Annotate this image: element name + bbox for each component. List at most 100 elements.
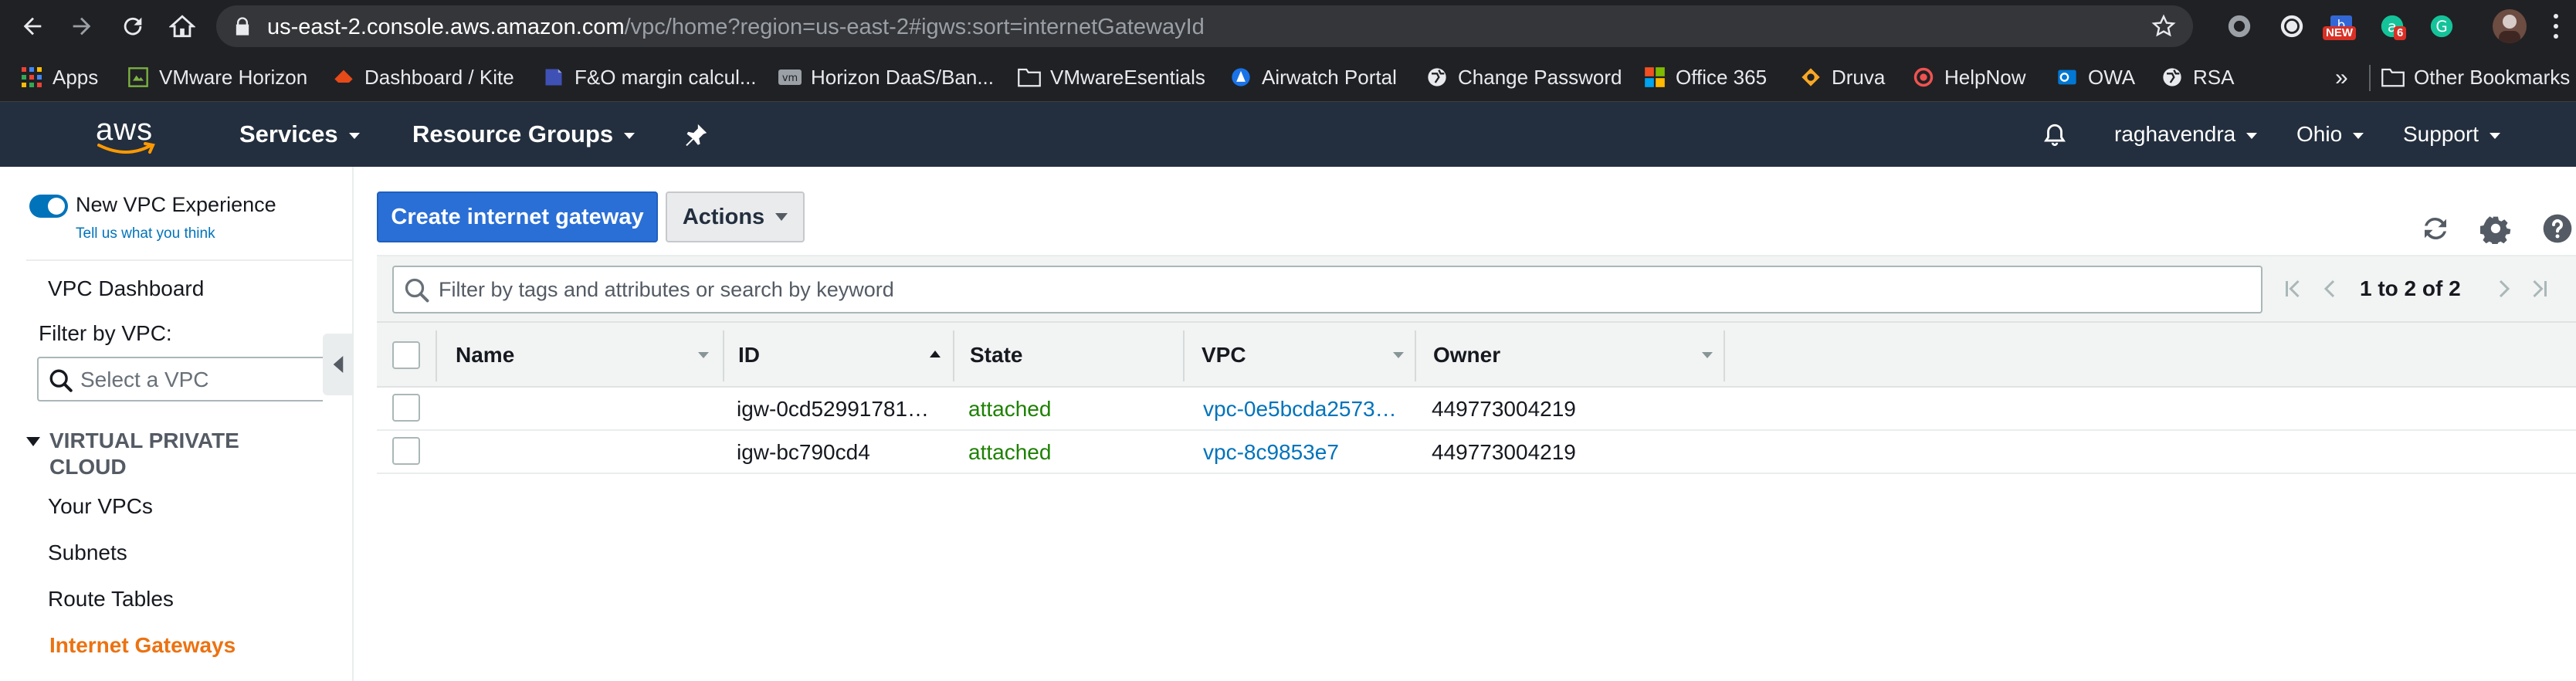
previous-page-button[interactable]: [2318, 273, 2341, 304]
chevron-down-icon: [2353, 133, 2364, 139]
column-header-name[interactable]: Name: [456, 343, 514, 368]
services-menu[interactable]: Services: [239, 120, 360, 148]
tell-us-link[interactable]: Tell us what you think: [76, 225, 215, 242]
circle-icon[interactable]: [2276, 11, 2307, 42]
first-page-button[interactable]: [2281, 273, 2304, 304]
bookmark-label: Druva: [1832, 65, 1886, 89]
more-bookmarks-button[interactable]: »: [2335, 65, 2348, 91]
bookmark-label: HelpNow: [1944, 65, 2026, 89]
bookmark-owa[interactable]: OWA: [2056, 62, 2135, 93]
sidebar-item-internet-gateways[interactable]: Internet Gateways: [49, 633, 236, 658]
help-icon[interactable]: [2540, 212, 2574, 246]
bookmark-apps[interactable]: Apps: [20, 62, 98, 93]
bookmark-vmware-horizon[interactable]: VMware Horizon: [127, 62, 307, 93]
last-page-button[interactable]: [2528, 273, 2551, 304]
table-row[interactable]: igw-bc790cd4 attached vpc-8c9853e7 44977…: [377, 431, 2576, 474]
bookmark-horizon-daas[interactable]: vm Horizon DaaS/Ban...: [778, 62, 994, 93]
bookmark-label: Dashboard / Kite: [364, 65, 514, 89]
chevron-down-icon: [775, 213, 788, 221]
cell-vpc-link[interactable]: vpc-0e5bcda2573…: [1203, 397, 1397, 422]
cell-id: igw-0cd52991781…: [737, 397, 930, 421]
bookmark-fo-margin[interactable]: F&O margin calcul...: [542, 62, 757, 93]
bookmark-change-password[interactable]: Change Password: [1425, 62, 1622, 93]
collapse-sidebar-button[interactable]: [323, 334, 354, 395]
office-365-icon: [1643, 66, 1666, 89]
region-menu[interactable]: Ohio: [2296, 122, 2364, 147]
vpc-select-placeholder: Select a VPC: [80, 368, 209, 391]
cell-state: attached: [968, 440, 1052, 464]
pagination-text: 1 to 2 of 2: [2360, 276, 2461, 300]
back-button[interactable]: [14, 8, 51, 45]
kite-icon: [332, 66, 355, 89]
search-icon: [49, 369, 73, 392]
cell-owner: 449773004219: [1432, 440, 1576, 464]
pin-icon[interactable]: [683, 122, 709, 148]
column-header-vpc[interactable]: VPC: [1202, 343, 1246, 368]
bookmark-star-icon[interactable]: [2151, 14, 2176, 39]
sidebar-item-your-vpcs[interactable]: Your VPCs: [48, 494, 153, 519]
back-arrow-icon: [23, 17, 42, 36]
column-divider: [723, 330, 724, 381]
grammarly-graphic: G: [2430, 15, 2453, 38]
sidebar-item-route-tables[interactable]: Route Tables: [48, 587, 174, 612]
bookmark-airwatch[interactable]: Airwatch Portal: [1229, 62, 1397, 93]
row-checkbox[interactable]: [392, 394, 420, 422]
next-page-button[interactable]: [2493, 273, 2516, 304]
filter-input[interactable]: Filter by tags and attributes or search …: [392, 266, 2262, 313]
sort-caret-icon[interactable]: [698, 352, 709, 358]
column-divider: [1183, 330, 1185, 381]
actions-label: Actions: [682, 204, 765, 229]
cell-vpc-link[interactable]: vpc-8c9853e7: [1203, 440, 1339, 465]
cell-owner: 449773004219: [1432, 397, 1576, 421]
grammarly-icon[interactable]: G: [2426, 11, 2457, 42]
bookmark-other[interactable]: Other Bookmarks: [2381, 62, 2570, 93]
table-row[interactable]: igw-0cd52991781… attached vpc-0e5bcda257…: [377, 388, 2576, 431]
sidebar-item-subnets[interactable]: Subnets: [48, 540, 127, 565]
bookmark-rsa[interactable]: RSA: [2161, 62, 2234, 93]
column-header-owner[interactable]: Owner: [1433, 343, 1500, 368]
sort-caret-icon[interactable]: [1393, 352, 1404, 358]
search-icon: [405, 278, 429, 303]
column-divider: [436, 330, 437, 381]
row-checkbox[interactable]: [392, 437, 420, 465]
column-header-state[interactable]: State: [970, 343, 1022, 368]
create-internet-gateway-button[interactable]: Create internet gateway: [377, 191, 658, 242]
new-vpc-experience-toggle[interactable]: [29, 195, 68, 218]
section-title: VIRTUAL PRIVATE CLOUD: [49, 429, 239, 479]
gear-icon[interactable]: [2479, 212, 2513, 246]
select-all-checkbox[interactable]: [392, 341, 420, 369]
bookmark-kite[interactable]: Dashboard / Kite: [332, 62, 514, 93]
bookmark-druva[interactable]: Druva: [1799, 62, 1885, 93]
column-header-id[interactable]: ID: [738, 343, 760, 368]
sidebar-item-vpc-dashboard[interactable]: VPC Dashboard: [48, 276, 204, 301]
profile-avatar[interactable]: [2493, 9, 2527, 43]
bookmark-office-365[interactable]: Office 365: [1643, 62, 1767, 93]
bookmark-label: Apps: [53, 65, 99, 89]
bookmark-helpnow[interactable]: HelpNow: [1912, 62, 2026, 93]
lock-icon: [236, 17, 249, 36]
table-header: Name ID State VPC Owner: [377, 321, 2576, 388]
bookmark-label: Other Bookmarks: [2414, 65, 2571, 89]
expand-triangle-icon: [26, 437, 40, 446]
support-menu[interactable]: Support: [2403, 122, 2501, 147]
bookmark-vmwareesentials[interactable]: VMwareEsentials: [1018, 62, 1205, 93]
user-menu[interactable]: raghavendra: [2114, 122, 2258, 147]
user-label: raghavendra: [2114, 122, 2236, 146]
forward-button[interactable]: [63, 8, 100, 45]
actions-button[interactable]: Actions: [666, 191, 805, 242]
bookmark-label: VMwareEsentials: [1050, 65, 1205, 89]
bell-icon[interactable]: [2042, 122, 2068, 148]
record-icon[interactable]: [2224, 11, 2255, 42]
aws-logo[interactable]: aws: [93, 113, 158, 156]
sort-ascending-icon[interactable]: [930, 351, 941, 357]
sort-caret-icon[interactable]: [1702, 352, 1713, 358]
chrome-menu-button[interactable]: [2548, 11, 2564, 42]
refresh-icon[interactable]: [2418, 212, 2452, 246]
address-bar[interactable]: us-east-2.console.aws.amazon.com/vpc/hom…: [216, 5, 2193, 47]
reload-button[interactable]: [114, 8, 151, 45]
vpc-select[interactable]: Select a VPC: [37, 357, 323, 401]
resource-groups-label: Resource Groups: [412, 120, 614, 147]
resource-groups-menu[interactable]: Resource Groups: [412, 120, 636, 148]
sidebar-divider: [26, 259, 354, 261]
home-button[interactable]: [164, 8, 201, 45]
